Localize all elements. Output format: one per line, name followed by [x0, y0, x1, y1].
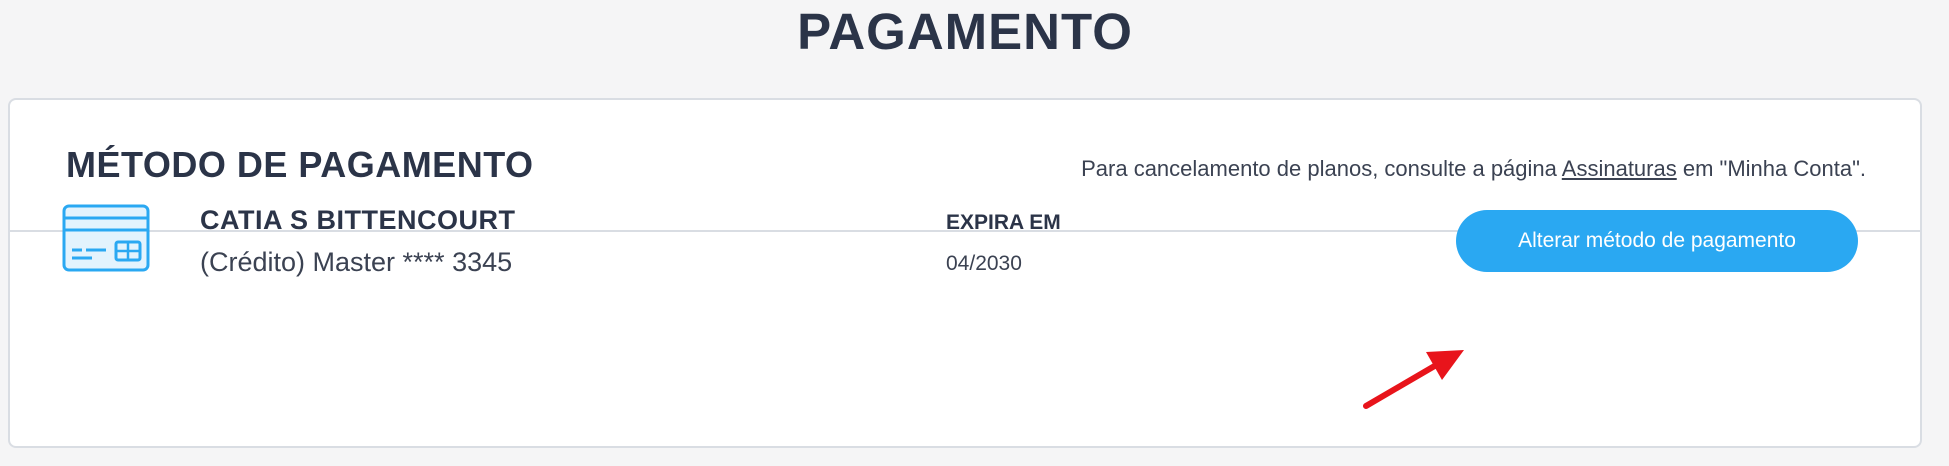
notice-prefix: Para cancelamento de planos, consulte a …: [1081, 156, 1562, 181]
red-arrow-icon: [1363, 350, 1464, 409]
card-holder-name: CATIA S BITTENCOURT: [200, 205, 516, 235]
credit-card-icon: [62, 204, 150, 272]
change-payment-method-button[interactable]: Alterar método de pagamento: [1456, 210, 1858, 272]
cancellation-notice: Para cancelamento de planos, consulte a …: [1081, 155, 1866, 183]
page-title: PAGAMENTO: [797, 3, 1133, 60]
notice-suffix: em "Minha Conta".: [1676, 156, 1866, 181]
expiry-value: 04/2030: [946, 252, 1022, 275]
expiry-label: EXPIRA EM: [946, 211, 1061, 234]
section-title: MÉTODO DE PAGAMENTO: [66, 144, 534, 185]
card-description: (Crédito) Master **** 3345: [200, 247, 513, 277]
subscriptions-link[interactable]: Assinaturas: [1562, 156, 1677, 181]
